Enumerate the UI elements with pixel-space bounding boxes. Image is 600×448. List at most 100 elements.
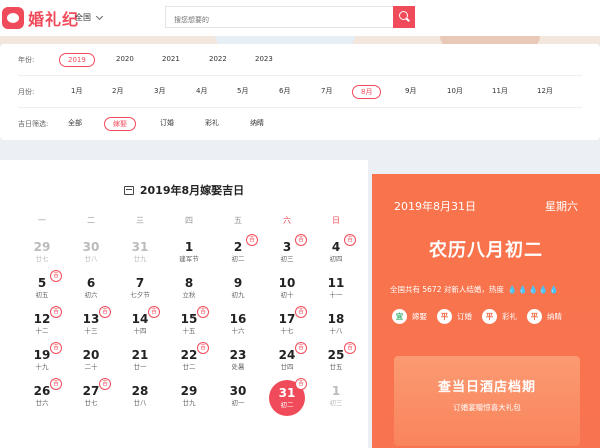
month-option-11[interactable]: 11月 <box>492 85 508 99</box>
hotel-schedule-promo[interactable]: 查当日酒店档期 订婚宴赠惊喜大礼包 <box>394 356 580 446</box>
calendar-day-selected[interactable]: 31 初二吉 <box>269 378 307 418</box>
calendar-day[interactable]: 1 建军节 <box>171 238 207 274</box>
year-option-2022[interactable]: 2022 <box>209 53 227 67</box>
lunar-day: 十七 <box>280 327 294 335</box>
weekday-header: 六 <box>283 216 291 225</box>
lunar-day: 七夕节 <box>130 291 150 299</box>
year-option-2023[interactable]: 2023 <box>255 53 273 67</box>
calendar-day[interactable]: 20 二十 <box>73 346 109 382</box>
filter-panel: 年份: 2019 2020 2021 2022 2023 月份: 1月 2月 3… <box>0 44 600 140</box>
month-option-9[interactable]: 9月 <box>405 85 416 99</box>
wedding-stats: 全国共有 5672 对新人结婚，热度 💧💧💧💧💧 <box>390 284 560 295</box>
type-option-all[interactable]: 全部 <box>68 117 82 131</box>
tag-label: 订婚 <box>457 312 472 321</box>
lunar-day: 廿二 <box>182 363 196 371</box>
calendar-day[interactable]: 24 廿四吉 <box>269 342 307 382</box>
month-option-12[interactable]: 12月 <box>537 85 553 99</box>
calendar-day[interactable]: 12 十二吉 <box>24 306 62 346</box>
logo[interactable]: 婚礼纪 <box>0 6 79 30</box>
lunar-day: 初五 <box>35 291 49 299</box>
calendar-day[interactable]: 11 十一 <box>318 274 354 310</box>
wedding-stats-text: 全国共有 5672 对新人结婚，热度 <box>390 285 504 294</box>
city-selector[interactable]: 全国 <box>75 12 104 23</box>
chevron-down-icon <box>95 12 104 20</box>
lunar-day: 初六 <box>84 291 98 299</box>
type-option-dinghun[interactable]: 订婚 <box>160 117 174 131</box>
auspicious-badge: 吉 <box>344 234 356 246</box>
search-box <box>165 6 415 30</box>
year-option-2020[interactable]: 2020 <box>116 53 134 67</box>
day-number: 10 <box>278 276 296 290</box>
month-filter-row: 月份: 1月 2月 3月 4月 5月 6月 7月 8月 9月 10月 11月 1… <box>18 76 582 108</box>
year-filter-label: 年份: <box>18 55 35 64</box>
month-option-10[interactable]: 10月 <box>447 85 463 99</box>
search-button[interactable] <box>393 6 415 28</box>
lunar-day: 廿一 <box>133 363 147 371</box>
calendar-day[interactable]: 22 廿二吉 <box>171 342 209 382</box>
calendar-day[interactable]: 26 廿六吉 <box>24 378 62 418</box>
lunar-day: 初二 <box>280 401 294 409</box>
lunar-day: 立秋 <box>182 291 196 299</box>
month-option-3[interactable]: 3月 <box>154 85 165 99</box>
calendar-day[interactable]: 27 廿七吉 <box>73 378 111 418</box>
calendar-day[interactable]: 13 十三吉 <box>73 306 111 346</box>
type-option-najing[interactable]: 纳睛 <box>250 117 264 131</box>
day-number: 30 <box>229 384 247 398</box>
calendar-day[interactable]: 29 廿七 <box>24 238 60 274</box>
month-option-2[interactable]: 2月 <box>112 85 123 99</box>
calendar-day[interactable]: 17 十七吉 <box>269 306 307 346</box>
auspicious-badge: 吉 <box>50 306 62 318</box>
calendar-day[interactable]: 31 廿九 <box>122 238 158 274</box>
calendar-day[interactable]: 7 七夕节 <box>122 274 158 310</box>
calendar-day[interactable]: 28 廿八 <box>122 382 158 418</box>
month-option-7[interactable]: 7月 <box>321 85 332 99</box>
day-number: 30 <box>82 240 100 254</box>
month-option-1[interactable]: 1月 <box>71 85 82 99</box>
day-number: 9 <box>233 276 243 290</box>
calendar-day[interactable]: 14 十四吉 <box>122 306 160 346</box>
calendar-day[interactable]: 2 初二吉 <box>220 234 258 274</box>
calendar-day[interactable]: 6 初六 <box>73 274 109 310</box>
calendar-day[interactable]: 4 初四吉 <box>318 234 356 274</box>
calendar-day[interactable]: 3 初三吉 <box>269 234 307 274</box>
type-option-jiaqu[interactable]: 嫁娶 <box>104 117 136 131</box>
calendar-day[interactable]: 23 处暑 <box>220 346 256 382</box>
month-option-5[interactable]: 5月 <box>237 85 248 99</box>
type-option-caili[interactable]: 彩礼 <box>205 117 219 131</box>
calendar-day[interactable]: 29 廿九 <box>171 382 207 418</box>
calendar-day[interactable]: 15 十五吉 <box>171 306 209 346</box>
day-number: 28 <box>131 384 149 398</box>
calendar-day[interactable]: 19 十九吉 <box>24 342 62 382</box>
lunar-day: 廿七 <box>35 255 49 263</box>
calendar-day[interactable]: 16 十六 <box>220 310 256 346</box>
calendar-day[interactable]: 21 廿一 <box>122 346 158 382</box>
auspicious-badge: 吉 <box>148 306 160 318</box>
calendar-day[interactable]: 18 十八 <box>318 310 354 346</box>
auspicious-badge: 吉 <box>50 270 62 282</box>
calendar-day[interactable]: 5 初五吉 <box>24 270 62 310</box>
suitability-tag: 平订婚 <box>437 309 472 324</box>
year-option-2019[interactable]: 2019 <box>59 53 95 67</box>
calendar-day[interactable]: 30 初一 <box>220 382 256 418</box>
month-option-4[interactable]: 4月 <box>196 85 207 99</box>
day-detail-panel: 2019年8月31日 星期六 农历八月初二 全国共有 5672 对新人结婚，热度… <box>372 174 600 448</box>
lunar-day: 二十 <box>84 363 98 371</box>
day-number: 7 <box>135 276 145 290</box>
lunar-day: 廿八 <box>84 255 98 263</box>
month-option-8[interactable]: 8月 <box>352 85 382 99</box>
auspicious-badge: 吉 <box>50 342 62 354</box>
selected-weekday: 星期六 <box>545 200 578 213</box>
calendar-day[interactable]: 8 立秋 <box>171 274 207 310</box>
calendar-day[interactable]: 1 初三 <box>318 382 354 418</box>
year-option-2021[interactable]: 2021 <box>162 53 180 67</box>
day-number: 20 <box>82 348 100 362</box>
calendar-day[interactable]: 10 初十 <box>269 274 305 310</box>
calendar-day[interactable]: 25 廿五吉 <box>318 342 356 382</box>
day-number: 1 <box>331 384 341 398</box>
calendar-day[interactable]: 9 初九 <box>220 274 256 310</box>
search-input[interactable] <box>166 10 366 30</box>
lunar-day: 初三 <box>280 255 294 263</box>
lunar-day: 廿六 <box>35 399 49 407</box>
calendar-day[interactable]: 30 廿八 <box>73 238 109 274</box>
month-option-6[interactable]: 6月 <box>279 85 290 99</box>
